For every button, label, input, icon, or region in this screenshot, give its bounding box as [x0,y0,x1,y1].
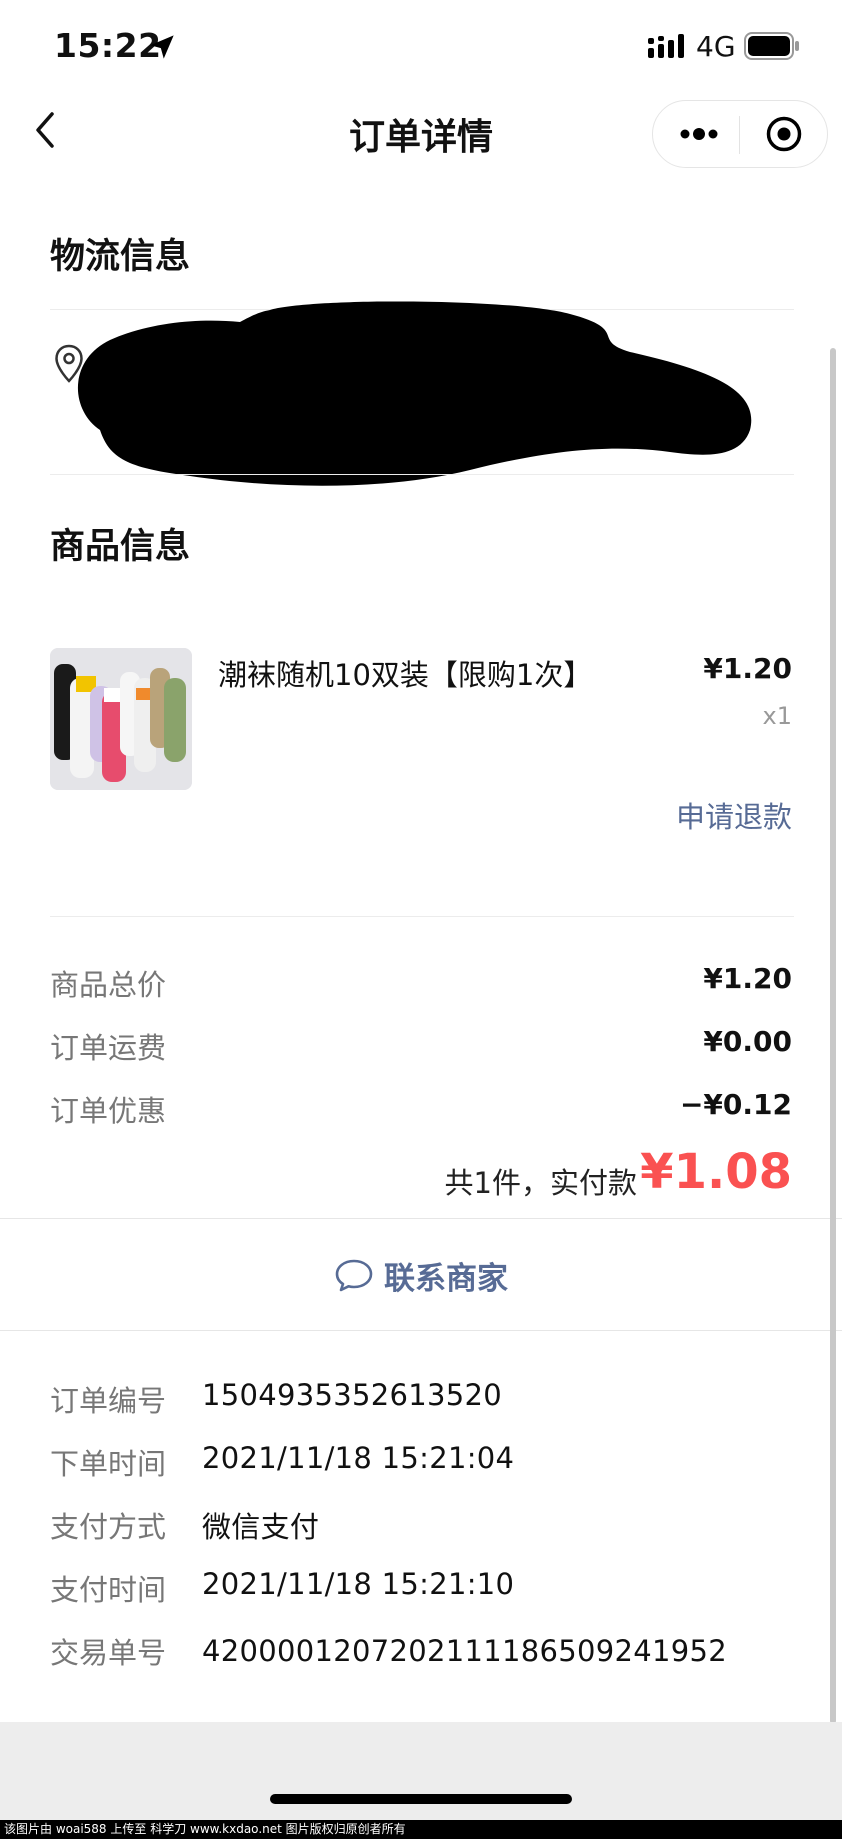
product-thumbnail[interactable] [50,648,192,790]
order-time-value: 2021/11/18 15:21:04 [202,1441,515,1475]
total-paid-value: ¥1.08 [640,1144,792,1200]
divider [50,474,794,475]
location-arrow-icon [150,35,174,59]
goods-title: 商品信息 [50,527,191,567]
network-type: 4G [696,30,736,63]
payment-method-value: 微信支付 [202,1510,320,1544]
order-time-label: 下单时间 [50,1447,167,1481]
order-number-label: 订单编号 [50,1384,167,1418]
discount-label: 订单优惠 [50,1094,167,1128]
close-mini-program-icon[interactable] [764,114,804,154]
payment-time-label: 支付时间 [50,1573,167,1607]
shipping-label: 订单运费 [50,1031,167,1065]
refund-button[interactable]: 申请退款 [676,794,792,836]
goods-total-value: ¥1.20 [703,962,792,995]
divider [0,1330,842,1331]
discount-value: −¥0.12 [679,1088,792,1121]
watermark-text: 该图片由 woai588 上传至 科学刀 www.kxdao.net 图片版权归… [0,1820,842,1839]
status-time: 15:22 [54,26,162,65]
divider [50,916,794,917]
divider [0,1218,842,1219]
shipping-value: ¥0.00 [703,1025,792,1058]
product-name[interactable]: 潮袜随机10双装【限购1次】 [218,652,592,694]
product-quantity: x1 [762,702,792,730]
total-paid-label: 共1件，实付款 [444,1166,637,1200]
transaction-number-value[interactable]: 4200001207202111186509241952 [202,1634,727,1668]
more-icon[interactable] [676,120,722,148]
signal-icon [648,34,684,58]
order-number-value[interactable]: 1504935352613520 [202,1378,502,1412]
transaction-number-label: 交易单号 [50,1636,167,1670]
product-price: ¥1.20 [703,652,792,685]
home-indicator[interactable] [270,1794,572,1804]
capsule-divider [739,116,740,154]
payment-time-value: 2021/11/18 15:21:10 [202,1567,515,1601]
goods-total-label: 商品总价 [50,968,167,1002]
redacted-address [77,301,752,486]
chat-bubble-icon [335,1259,373,1292]
contact-merchant-label: 联系商家 [384,1260,508,1297]
payment-method-label: 支付方式 [50,1510,167,1544]
contact-merchant-button[interactable]: 联系商家 [0,1220,842,1330]
scrollbar[interactable] [830,348,836,1724]
logistics-title: 物流信息 [50,237,191,277]
battery-icon [744,32,799,60]
